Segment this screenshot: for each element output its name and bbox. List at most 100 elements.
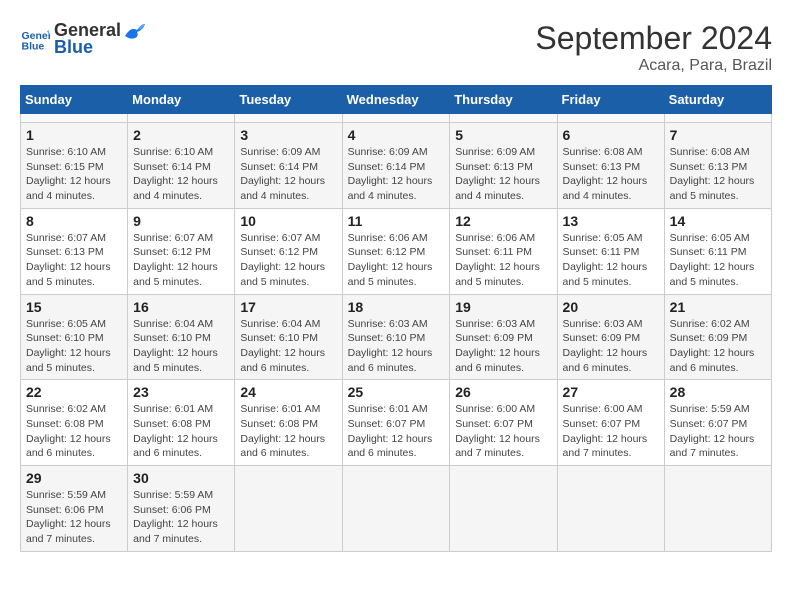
calendar-cell: 7Sunrise: 6:08 AM Sunset: 6:13 PM Daylig…	[664, 123, 771, 209]
day-detail: Sunrise: 6:00 AM Sunset: 6:07 PM Dayligh…	[563, 402, 659, 461]
calendar-cell: 28 Sunrise: 5:59 AM Sunset: 6:07 PM Dayli…	[664, 380, 771, 466]
calendar-cell: 6 Sunrise: 6:08 AM Sunset: 6:13 PM Daylig…	[557, 123, 664, 209]
calendar-cell: 19Sunrise: 6:03 AM Sunset: 6:09 PM Dayli…	[450, 294, 557, 380]
day-number: 13	[563, 213, 659, 229]
day-detail: Sunrise: 6:06 AM Sunset: 6:12 PM Dayligh…	[348, 231, 445, 290]
svg-text:Blue: Blue	[22, 41, 45, 53]
calendar-cell: 13 Sunrise: 6:05 AM Sunset: 6:11 PM Dayli…	[557, 208, 664, 294]
calendar-cell: 16 Sunrise: 6:04 AM Sunset: 6:10 PM Dayli…	[128, 294, 235, 380]
calendar-cell	[557, 466, 664, 552]
day-detail: Sunrise: 6:08 AM Sunset: 6:13 PM Dayligh…	[563, 145, 659, 204]
day-detail: Sunrise: 6:02 AM Sunset: 6:08 PM Dayligh…	[26, 402, 122, 461]
day-number: 30	[133, 470, 229, 486]
location-subtitle: Acara, Para, Brazil	[535, 57, 772, 75]
day-number: 15	[26, 299, 122, 315]
calendar-week-row: 8 Sunrise: 6:07 AM Sunset: 6:13 PM Daylig…	[21, 208, 772, 294]
day-number: 25	[348, 384, 445, 400]
calendar-cell	[128, 114, 235, 123]
calendar-cell	[235, 114, 342, 123]
day-number: 9	[133, 213, 229, 229]
calendar-week-row: 29Sunrise: 5:59 AM Sunset: 6:06 PM Dayli…	[21, 466, 772, 552]
day-detail: Sunrise: 6:05 AM Sunset: 6:11 PM Dayligh…	[563, 231, 659, 290]
day-detail: Sunrise: 6:01 AM Sunset: 6:07 PM Dayligh…	[348, 402, 445, 461]
calendar-cell	[664, 466, 771, 552]
day-number: 14	[670, 213, 766, 229]
day-number: 11	[348, 213, 445, 229]
day-number: 28	[670, 384, 766, 400]
weekday-header-monday: Monday	[128, 86, 235, 114]
day-number: 18	[348, 299, 445, 315]
day-detail: Sunrise: 6:01 AM Sunset: 6:08 PM Dayligh…	[133, 402, 229, 461]
day-detail: Sunrise: 6:01 AM Sunset: 6:08 PM Dayligh…	[240, 402, 336, 461]
day-detail: Sunrise: 6:07 AM Sunset: 6:13 PM Dayligh…	[26, 231, 122, 290]
calendar-cell: 5 Sunrise: 6:09 AM Sunset: 6:13 PM Daylig…	[450, 123, 557, 209]
calendar-cell: 20Sunrise: 6:03 AM Sunset: 6:09 PM Dayli…	[557, 294, 664, 380]
weekday-header-row: SundayMondayTuesdayWednesdayThursdayFrid…	[21, 86, 772, 114]
calendar-cell: 25 Sunrise: 6:01 AM Sunset: 6:07 PM Dayli…	[342, 380, 450, 466]
day-detail: Sunrise: 6:09 AM Sunset: 6:14 PM Dayligh…	[348, 145, 445, 204]
day-detail: Sunrise: 6:04 AM Sunset: 6:10 PM Dayligh…	[133, 317, 229, 376]
calendar-cell: 4 Sunrise: 6:09 AM Sunset: 6:14 PM Daylig…	[342, 123, 450, 209]
calendar-cell: 10 Sunrise: 6:07 AM Sunset: 6:12 PM Dayli…	[235, 208, 342, 294]
day-detail: Sunrise: 6:10 AM Sunset: 6:15 PM Dayligh…	[26, 145, 122, 204]
day-number: 24	[240, 384, 336, 400]
calendar-cell: 11 Sunrise: 6:06 AM Sunset: 6:12 PM Dayli…	[342, 208, 450, 294]
day-number: 8	[26, 213, 122, 229]
calendar-cell: 8 Sunrise: 6:07 AM Sunset: 6:13 PM Daylig…	[21, 208, 128, 294]
calendar-body: 1 Sunrise: 6:10 AM Sunset: 6:15 PM Daylig…	[21, 114, 772, 552]
calendar-header: SundayMondayTuesdayWednesdayThursdayFrid…	[21, 86, 772, 114]
day-number: 2	[133, 127, 229, 143]
day-number: 21	[670, 299, 766, 315]
page-header: General Blue General Blue September 2024…	[20, 20, 772, 75]
calendar-cell	[557, 114, 664, 123]
calendar-cell: 9 Sunrise: 6:07 AM Sunset: 6:12 PM Daylig…	[128, 208, 235, 294]
day-detail: Sunrise: 6:09 AM Sunset: 6:14 PM Dayligh…	[240, 145, 336, 204]
day-number: 26	[455, 384, 551, 400]
calendar-cell	[664, 114, 771, 123]
calendar-cell: 15 Sunrise: 6:05 AM Sunset: 6:10 PM Dayli…	[21, 294, 128, 380]
day-number: 4	[348, 127, 445, 143]
day-number: 29	[26, 470, 122, 486]
day-detail: Sunrise: 5:59 AM Sunset: 6:07 PM Dayligh…	[670, 402, 766, 461]
day-number: 5	[455, 127, 551, 143]
weekday-header-tuesday: Tuesday	[235, 86, 342, 114]
calendar-cell	[450, 114, 557, 123]
day-detail: Sunrise: 6:08 AM Sunset: 6:13 PM Dayligh…	[670, 145, 766, 204]
title-section: September 2024 Acara, Para, Brazil	[535, 20, 772, 75]
calendar-cell: 17Sunrise: 6:04 AM Sunset: 6:10 PM Dayli…	[235, 294, 342, 380]
calendar-cell: 23Sunrise: 6:01 AM Sunset: 6:08 PM Dayli…	[128, 380, 235, 466]
day-number: 10	[240, 213, 336, 229]
day-detail: Sunrise: 6:02 AM Sunset: 6:09 PM Dayligh…	[670, 317, 766, 376]
calendar-table: SundayMondayTuesdayWednesdayThursdayFrid…	[20, 85, 772, 552]
day-detail: Sunrise: 6:03 AM Sunset: 6:10 PM Dayligh…	[348, 317, 445, 376]
day-detail: Sunrise: 6:05 AM Sunset: 6:11 PM Dayligh…	[670, 231, 766, 290]
calendar-cell: 1 Sunrise: 6:10 AM Sunset: 6:15 PM Daylig…	[21, 123, 128, 209]
day-detail: Sunrise: 6:07 AM Sunset: 6:12 PM Dayligh…	[240, 231, 336, 290]
calendar-cell: 29Sunrise: 5:59 AM Sunset: 6:06 PM Dayli…	[21, 466, 128, 552]
calendar-cell	[342, 466, 450, 552]
weekday-header-wednesday: Wednesday	[342, 86, 450, 114]
calendar-cell: 21 Sunrise: 6:02 AM Sunset: 6:09 PM Dayli…	[664, 294, 771, 380]
day-detail: Sunrise: 6:05 AM Sunset: 6:10 PM Dayligh…	[26, 317, 122, 376]
day-detail: Sunrise: 6:03 AM Sunset: 6:09 PM Dayligh…	[563, 317, 659, 376]
day-detail: Sunrise: 6:09 AM Sunset: 6:13 PM Dayligh…	[455, 145, 551, 204]
calendar-cell: 12Sunrise: 6:06 AM Sunset: 6:11 PM Dayli…	[450, 208, 557, 294]
calendar-cell: 3Sunrise: 6:09 AM Sunset: 6:14 PM Daylig…	[235, 123, 342, 209]
calendar-cell	[342, 114, 450, 123]
calendar-cell: 22 Sunrise: 6:02 AM Sunset: 6:08 PM Dayli…	[21, 380, 128, 466]
weekday-header-sunday: Sunday	[21, 86, 128, 114]
day-number: 22	[26, 384, 122, 400]
weekday-header-friday: Friday	[557, 86, 664, 114]
day-detail: Sunrise: 6:04 AM Sunset: 6:10 PM Dayligh…	[240, 317, 336, 376]
day-detail: Sunrise: 6:07 AM Sunset: 6:12 PM Dayligh…	[133, 231, 229, 290]
day-detail: Sunrise: 6:03 AM Sunset: 6:09 PM Dayligh…	[455, 317, 551, 376]
logo-bird-icon	[123, 22, 145, 40]
calendar-cell: 30Sunrise: 5:59 AM Sunset: 6:06 PM Dayli…	[128, 466, 235, 552]
day-number: 16	[133, 299, 229, 315]
calendar-week-row	[21, 114, 772, 123]
day-number: 6	[563, 127, 659, 143]
calendar-cell: 18 Sunrise: 6:03 AM Sunset: 6:10 PM Dayli…	[342, 294, 450, 380]
month-title: September 2024	[535, 20, 772, 57]
day-number: 1	[26, 127, 122, 143]
calendar-week-row: 15 Sunrise: 6:05 AM Sunset: 6:10 PM Dayli…	[21, 294, 772, 380]
